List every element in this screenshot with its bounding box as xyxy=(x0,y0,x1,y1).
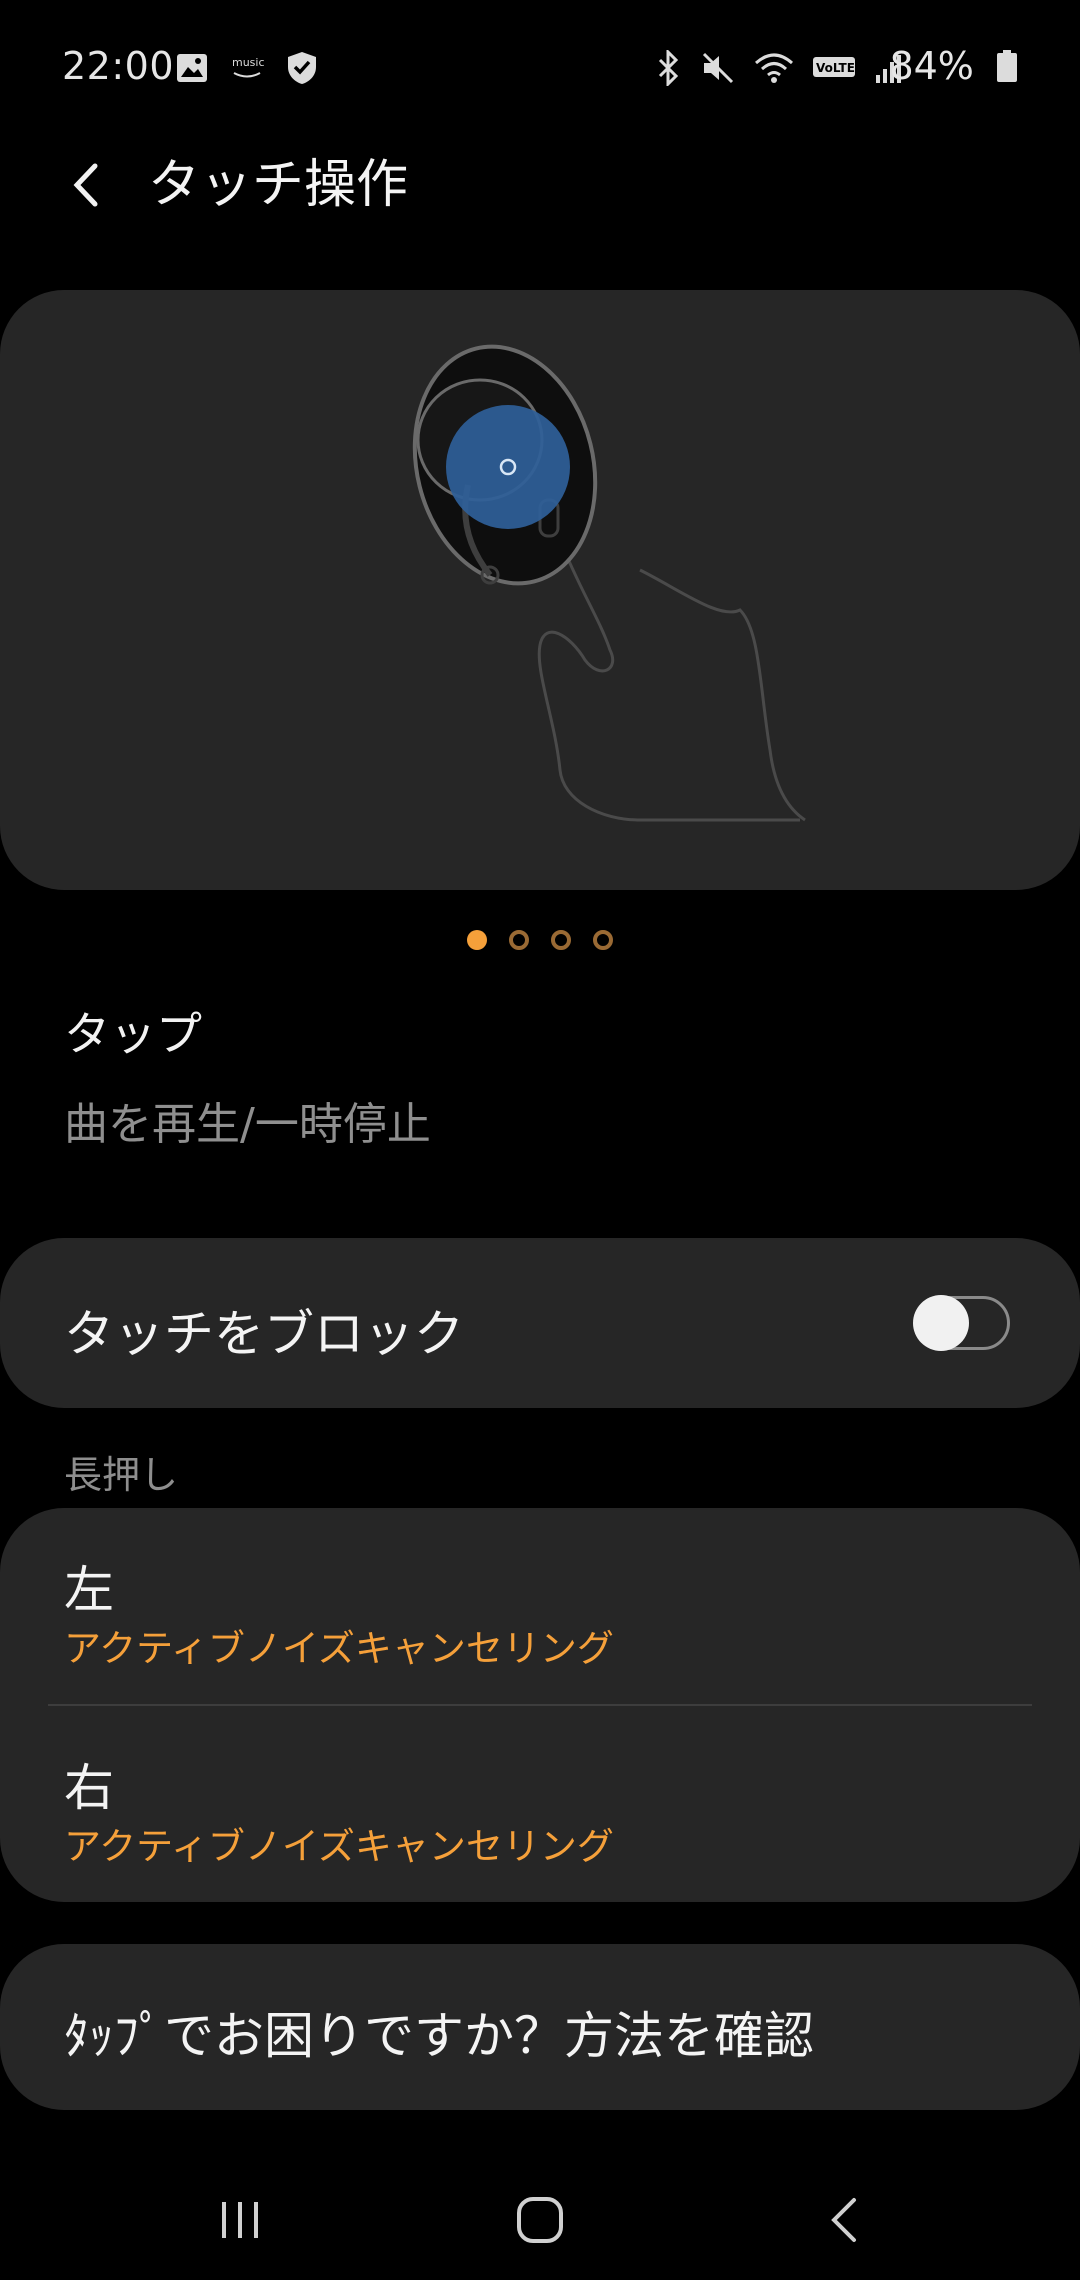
page-dot-3[interactable] xyxy=(551,930,571,950)
battery-indicator: 84% xyxy=(889,44,1018,88)
screen: 22:00 music VoLTE 84% タッチ操作 タップ 曲を再生/一時停… xyxy=(0,0,1080,2280)
status-bar: 22:00 music VoLTE 84% xyxy=(0,0,1080,134)
svg-text:music: music xyxy=(232,56,264,69)
long-press-left-row[interactable]: 左 アクティブノイズキャンセリング xyxy=(0,1508,1080,1704)
bluetooth-icon xyxy=(656,48,682,90)
long-press-right-title: 右 xyxy=(64,1759,114,1817)
gesture-title: タップ xyxy=(64,1007,202,1061)
navigation-bar xyxy=(0,2160,1080,2280)
long-press-right-value: アクティブノイズキャンセリング xyxy=(64,1825,614,1868)
block-touch-row[interactable]: タッチをブロック xyxy=(0,1238,1080,1408)
earbud-touch-illustration xyxy=(412,344,806,822)
carousel-indicator xyxy=(0,930,1080,954)
chevron-left-icon xyxy=(73,163,98,207)
home-button[interactable] xyxy=(500,2180,580,2260)
page-dot-1[interactable] xyxy=(467,930,487,950)
back-nav-icon xyxy=(831,2198,856,2242)
page-dot-2[interactable] xyxy=(509,930,529,950)
help-text: ﾀｯﾌﾟでお困りですか？方法を確認 xyxy=(64,2007,814,2065)
recent-apps-icon xyxy=(222,2202,258,2238)
page-dot-4[interactable] xyxy=(593,930,613,950)
long-press-left-value: アクティブノイズキャンセリング xyxy=(64,1627,614,1670)
image-icon xyxy=(176,53,208,87)
illustration-card[interactable] xyxy=(0,290,1080,890)
shield-icon xyxy=(286,50,318,90)
gesture-description: 曲を再生/一時停止 xyxy=(64,1099,431,1150)
page-title: タッチ操作 xyxy=(148,155,409,215)
long-press-section-header: 長押し xyxy=(64,1453,179,1497)
status-time: 22:00 xyxy=(62,44,175,88)
amazon-music-icon: music xyxy=(230,53,265,87)
battery-icon xyxy=(996,44,1018,88)
volte-icon: VoLTE xyxy=(812,55,856,85)
mute-icon xyxy=(700,50,736,90)
long-press-left-title: 左 xyxy=(64,1561,114,1619)
block-touch-label: タッチをブロック xyxy=(64,1305,464,1363)
recent-apps-button[interactable] xyxy=(200,2180,280,2260)
battery-percent: 84% xyxy=(889,44,974,88)
block-touch-toggle[interactable] xyxy=(913,1295,1010,1351)
wifi-icon xyxy=(754,51,794,89)
back-button[interactable] xyxy=(56,150,116,220)
help-row[interactable]: ﾀｯﾌﾟでお困りですか？方法を確認 xyxy=(0,1944,1080,2110)
svg-text:VoLTE: VoLTE xyxy=(816,61,855,75)
home-icon xyxy=(517,2197,563,2243)
long-press-right-row[interactable]: 右 アクティブノイズキャンセリング xyxy=(0,1706,1080,1902)
long-press-card: 左 アクティブノイズキャンセリング 右 アクティブノイズキャンセリング xyxy=(0,1508,1080,1902)
toggle-knob xyxy=(913,1295,969,1351)
back-nav-button[interactable] xyxy=(804,2180,884,2260)
